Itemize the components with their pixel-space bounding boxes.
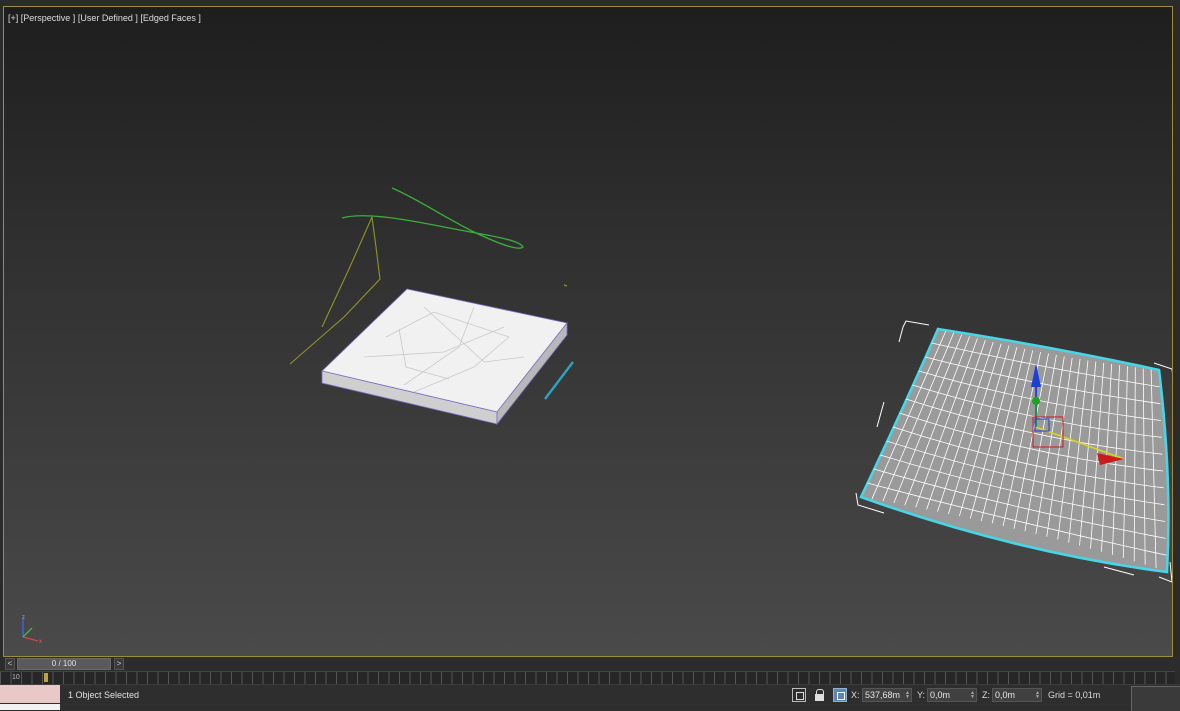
cyan-line-object[interactable] (544, 361, 574, 400)
box-object[interactable] (321, 288, 568, 426)
z-spinner-icon[interactable]: ▲ ▼ (1035, 691, 1040, 700)
z-label: Z: (982, 690, 990, 700)
track-bar-start-number: 10 (12, 674, 20, 681)
y-spinner-icon[interactable]: ▲ ▼ (970, 691, 975, 700)
y-coordinate-field[interactable]: 0,0m ▲ ▼ (927, 688, 977, 702)
selection-status: 1 Object Selected (68, 690, 140, 700)
perspective-viewport[interactable]: z x [+] [Perspective ] [User Defined ] [… (3, 6, 1173, 657)
grid-size-readout: Grid = 0,01m (1048, 690, 1101, 700)
viewport-shading[interactable]: [Edged Faces ] (140, 13, 201, 23)
maxscript-output[interactable] (0, 704, 60, 710)
y-coordinate-value: 0,0m (930, 690, 951, 700)
viewport-mode[interactable]: [User Defined ] (78, 13, 138, 23)
mesh-surface-selected[interactable] (855, 320, 1173, 583)
viewport-navigation-panel[interactable] (1131, 686, 1180, 711)
svg-text:x: x (39, 639, 42, 645)
viewport-point-of-view[interactable]: [Perspective ] (21, 13, 76, 23)
track-bar[interactable] (0, 671, 1175, 684)
olive-dot (563, 284, 568, 287)
status-bar: 1 Object Selected X: 537,68m ▲ ▼ Y: 0,0m … (0, 684, 1180, 711)
scene-canvas[interactable]: z x (4, 7, 1173, 657)
x-coordinate-field[interactable]: 537,68m ▲ ▼ (862, 688, 912, 702)
lock-icon[interactable] (813, 688, 827, 702)
time-prev-button[interactable]: < (5, 658, 15, 670)
time-slider-bar: < 0 / 100 > (0, 657, 1180, 671)
y-label: Y: (917, 690, 926, 700)
axis-tripod-icon: z x (22, 615, 42, 645)
x-spinner-icon[interactable]: ▲ ▼ (905, 691, 910, 700)
viewport-label: [+] [Perspective ] [User Defined ] [Edge… (8, 13, 201, 23)
svg-text:z: z (22, 615, 25, 621)
time-next-button[interactable]: > (114, 658, 124, 670)
keyframe-marker[interactable] (44, 673, 48, 682)
z-coordinate-field[interactable]: 0,0m ▲ ▼ (992, 688, 1042, 702)
isolate-selection-icon[interactable] (792, 688, 806, 702)
x-coordinate-value: 537,68m (865, 690, 901, 700)
viewport-menu-plus[interactable]: [+] (8, 13, 18, 23)
z-coordinate-value: 0,0m (995, 690, 1016, 700)
time-slider[interactable]: 0 / 100 (17, 658, 111, 670)
green-spline[interactable] (341, 187, 524, 249)
maxscript-listener[interactable] (0, 685, 60, 703)
x-label: X: (851, 690, 860, 700)
absolute-relative-toggle-icon[interactable] (833, 688, 847, 702)
